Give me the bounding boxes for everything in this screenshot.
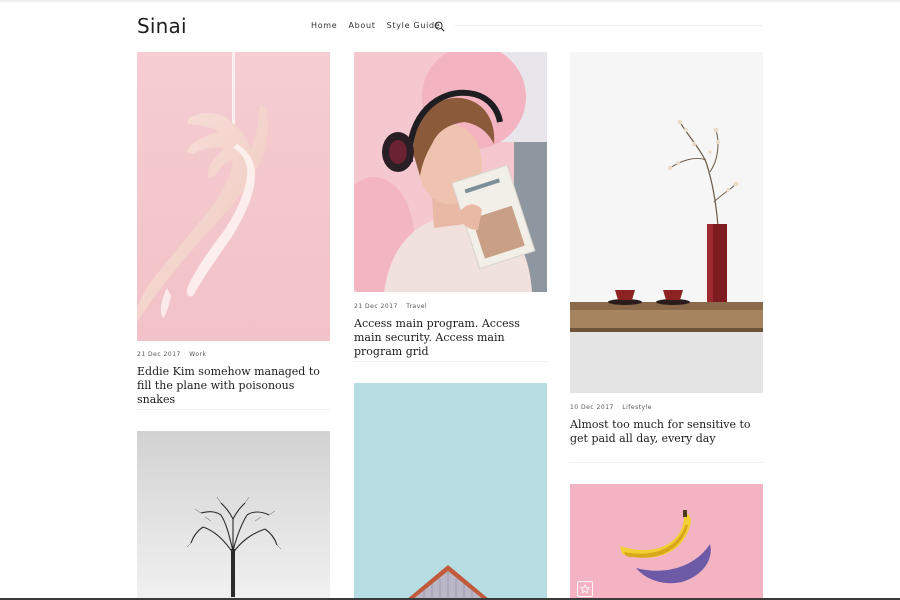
- post-title[interactable]: Almost too much for sensitive to get pai…: [570, 418, 763, 446]
- post-card: [137, 431, 330, 600]
- post-card: [354, 383, 547, 600]
- nav-item-about[interactable]: About: [348, 21, 375, 30]
- post-title[interactable]: Eddie Kim somehow managed to fill the pl…: [137, 365, 330, 407]
- star-icon: [580, 584, 590, 594]
- post-card: 10 Dec 2017 · Lifestyle Almost too much fo…: [570, 52, 763, 464]
- post-image-bare-tree[interactable]: [137, 431, 330, 600]
- card-divider: [570, 462, 763, 463]
- post-date: 10 Dec 2017: [570, 404, 614, 411]
- post-card: 21 Dec 2017 · Travel Access main program. …: [354, 52, 547, 364]
- post-image-pink-hand[interactable]: [137, 52, 330, 341]
- post-category[interactable]: Travel: [406, 303, 427, 310]
- post-image-banana[interactable]: [570, 484, 763, 600]
- top-border: [0, 0, 900, 2]
- post-image-roof-sky[interactable]: [354, 383, 547, 600]
- search-icon[interactable]: [434, 21, 445, 32]
- post-meta: 21 Dec 2017 · Work: [137, 351, 207, 358]
- featured-badge[interactable]: [577, 581, 593, 597]
- post-card: [570, 484, 763, 600]
- post-date: 21 Dec 2017: [354, 303, 398, 310]
- post-meta: 10 Dec 2017 · Lifestyle: [570, 404, 652, 411]
- post-image-vase-teacups[interactable]: [570, 52, 763, 393]
- site-title[interactable]: Sinai: [137, 12, 187, 40]
- post-meta: 21 Dec 2017 · Travel: [354, 303, 428, 310]
- main-nav: Home About Style Guide: [311, 17, 451, 33]
- post-title[interactable]: Access main program. Access main securit…: [354, 317, 547, 359]
- post-category[interactable]: Work: [189, 351, 206, 358]
- post-image-woman-headphones[interactable]: [354, 52, 547, 292]
- header-divider: [455, 25, 763, 26]
- post-category[interactable]: Lifestyle: [622, 404, 652, 411]
- post-card: 21 Dec 2017 · Work Eddie Kim somehow manag…: [137, 52, 330, 412]
- card-divider: [137, 409, 330, 410]
- post-date: 21 Dec 2017: [137, 351, 181, 358]
- nav-item-home[interactable]: Home: [311, 21, 337, 30]
- nav-item-style-guide[interactable]: Style Guide: [387, 21, 441, 30]
- card-divider: [354, 361, 547, 362]
